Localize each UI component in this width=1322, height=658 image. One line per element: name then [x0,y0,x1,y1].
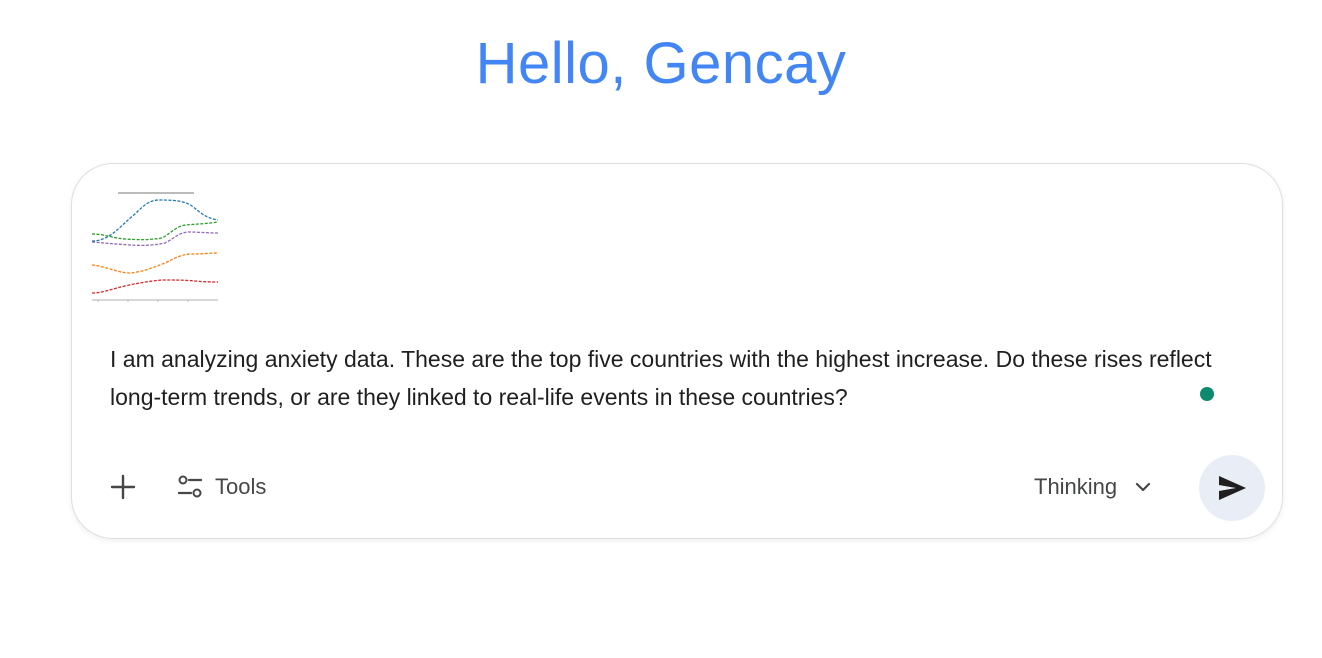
prompt-input[interactable]: I am analyzing anxiety data. These are t… [110,340,1230,416]
gemini-home-page: Hello, Gencay I am analyzing anxiety dat… [0,0,1322,658]
thumbnail-series-blue [91,199,219,242]
chevron-down-icon [1136,482,1151,492]
mode-label: Thinking [1034,474,1118,499]
thumbnail-series-orange [91,252,219,274]
plus-icon [110,474,136,500]
send-icon [1219,476,1246,500]
status-indicator [1200,387,1214,401]
tune-icon [177,475,203,498]
add-attachment-button[interactable] [100,464,146,510]
greeting-title: Hello, Gencay [475,31,847,96]
composer-toolbar: Tools Thinking [72,454,1282,524]
send-button[interactable] [1199,455,1265,521]
tools-button[interactable]: Tools [177,464,266,510]
prompt-composer: I am analyzing anxiety data. These are t… [71,163,1283,539]
attached-image-thumbnail[interactable] [90,186,220,304]
attached-chart-preview [91,192,219,302]
tools-label: Tools [215,474,267,499]
thumbnail-series-red [91,279,219,294]
model-mode-select[interactable]: Thinking [1034,462,1153,512]
thumbnail-series-green [91,221,219,241]
